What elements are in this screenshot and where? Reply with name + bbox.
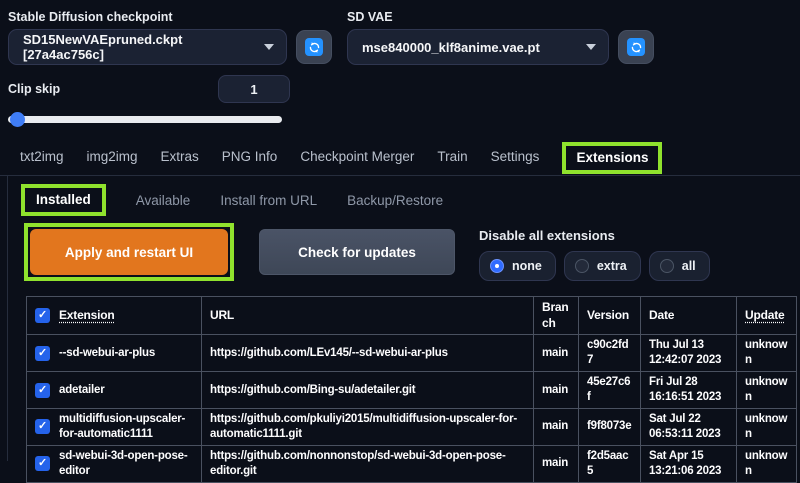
- tab-train[interactable]: Train: [437, 149, 467, 164]
- vae-value: mse840000_klf8anime.vae.pt: [362, 39, 540, 55]
- extension-update-status: unknown: [736, 407, 797, 446]
- apply-and-restart-button[interactable]: Apply and restart UI: [30, 229, 228, 275]
- apply-button-highlight-box: Apply and restart UI: [24, 223, 234, 281]
- check-for-updates-button[interactable]: Check for updates: [259, 229, 455, 275]
- checkpoint-value: SD15NewVAEpruned.ckpt [27a4ac756c]: [23, 32, 183, 62]
- actions-row: Apply and restart UI Check for updates D…: [24, 223, 800, 281]
- extension-name: --sd-webui-ar-plus: [59, 346, 156, 359]
- dropdown-caret-icon: [586, 44, 596, 50]
- extension-branch: main: [533, 407, 579, 446]
- extension-branch: main: [533, 444, 579, 483]
- radio-dot[interactable]: [574, 259, 589, 273]
- extension-update-status: unknown: [736, 444, 797, 483]
- table-row: ✓ adetailer https://github.com/Bing-su/a…: [26, 371, 797, 409]
- column-header-branch: Branch: [533, 295, 579, 336]
- installed-tab-highlight-box: Installed: [21, 184, 106, 216]
- extension-name: sd-webui-3d-open-pose-editor: [59, 449, 188, 477]
- radio-none-label: none: [512, 259, 542, 273]
- tab-txt2img[interactable]: txt2img: [20, 149, 64, 164]
- extension-url: https://github.com/pkuliyi2015/multidiff…: [201, 407, 534, 446]
- column-header-version: Version: [578, 295, 641, 336]
- extension-name: multidiffusion-upscaler-for-automatic111…: [59, 412, 186, 440]
- tab-img2img[interactable]: img2img: [87, 149, 138, 164]
- extension-date: Sat Apr 15 13:21:06 2023: [640, 444, 737, 483]
- extension-version: f2d5aac5: [578, 444, 641, 483]
- vae-dropdown[interactable]: mse840000_klf8anime.vae.pt: [347, 29, 609, 65]
- extension-date: Fri Jul 28 16:16:51 2023: [640, 371, 737, 409]
- tab-extensions[interactable]: Extensions: [576, 150, 648, 165]
- extension-version: c90c2fd7: [578, 334, 641, 373]
- refresh-checkpoint-button[interactable]: [296, 30, 332, 64]
- extensions-tab-highlight-box: Extensions: [562, 141, 663, 174]
- refresh-icon: [627, 38, 645, 56]
- top-controls: Stable Diffusion checkpoint SD15NewVAEpr…: [0, 0, 800, 65]
- extension-checkbox[interactable]: ✓: [35, 345, 50, 361]
- tab-settings[interactable]: Settings: [491, 149, 540, 164]
- extension-branch: main: [533, 371, 579, 409]
- radio-extra[interactable]: extra: [563, 251, 641, 281]
- slider-track[interactable]: [8, 116, 282, 123]
- disable-all-extensions-group: Disable all extensions none extra all: [479, 228, 710, 281]
- clip-skip-slider[interactable]: [8, 112, 290, 127]
- subtab-install-from-url[interactable]: Install from URL: [220, 193, 317, 208]
- subtab-backup-restore[interactable]: Backup/Restore: [347, 193, 443, 208]
- extension-url: https://github.com/nonnonstop/sd-webui-3…: [201, 444, 534, 483]
- extension-checkbox[interactable]: ✓: [35, 419, 50, 435]
- table-row: ✓ sd-webui-3d-open-pose-editor https://g…: [26, 444, 797, 483]
- column-header-url: URL: [201, 295, 534, 336]
- extension-update-status: unknown: [736, 371, 797, 409]
- radio-dot-selected[interactable]: [490, 259, 504, 273]
- column-header-extension: Extension: [59, 307, 115, 322]
- radio-dot[interactable]: [659, 259, 674, 273]
- main-tab-bar: txt2img img2img Extras PNG Info Checkpoi…: [0, 138, 800, 176]
- radio-extra-label: extra: [596, 259, 627, 273]
- clip-skip-value-input[interactable]: 1: [218, 75, 290, 103]
- extension-date: Thu Jul 13 12:42:07 2023: [640, 334, 737, 373]
- tab-checkpoint-merger[interactable]: Checkpoint Merger: [300, 149, 414, 164]
- table-header-row: ✓ Extension URL Branch Version Date Upda…: [26, 295, 797, 336]
- extension-name: adetailer: [59, 383, 105, 396]
- column-header-date: Date: [640, 295, 737, 336]
- tab-extras[interactable]: Extras: [161, 149, 199, 164]
- column-header-update: Update: [736, 295, 797, 336]
- table-row: ✓ multidiffusion-upscaler-for-automatic1…: [26, 407, 797, 446]
- extension-checkbox[interactable]: ✓: [35, 382, 50, 398]
- clip-skip-block: Clip skip 1: [8, 75, 290, 127]
- vae-block: SD VAE mse840000_klf8anime.vae.pt: [347, 10, 654, 65]
- subtab-installed[interactable]: Installed: [36, 192, 91, 207]
- extensions-table: ✓ Extension URL Branch Version Date Upda…: [26, 295, 797, 483]
- extension-version: f9f8073e: [578, 407, 641, 446]
- subtab-available[interactable]: Available: [136, 193, 191, 208]
- extension-url: https://github.com/LEv145/--sd-webui-ar-…: [201, 334, 534, 373]
- disable-all-extensions-label: Disable all extensions: [479, 228, 615, 243]
- radio-none[interactable]: none: [479, 251, 556, 281]
- extensions-subtab-bar: Installed Available Install from URL Bac…: [8, 176, 800, 216]
- radio-all-label: all: [681, 259, 696, 273]
- checkpoint-dropdown[interactable]: SD15NewVAEpruned.ckpt [27a4ac756c]: [8, 29, 287, 65]
- extensions-panel: Installed Available Install from URL Bac…: [7, 176, 800, 483]
- slider-thumb[interactable]: [10, 112, 25, 127]
- checkpoint-block: Stable Diffusion checkpoint SD15NewVAEpr…: [8, 10, 332, 65]
- select-all-checkbox[interactable]: ✓: [35, 308, 50, 324]
- extension-checkbox[interactable]: ✓: [35, 456, 50, 472]
- extension-branch: main: [533, 334, 579, 373]
- extension-url: https://github.com/Bing-su/adetailer.git: [201, 371, 534, 409]
- extension-update-status: unknown: [736, 334, 797, 373]
- refresh-icon: [305, 38, 323, 56]
- table-row: ✓ --sd-webui-ar-plus https://github.com/…: [26, 334, 797, 373]
- refresh-vae-button[interactable]: [618, 30, 654, 64]
- radio-all[interactable]: all: [648, 251, 710, 281]
- tab-png-info[interactable]: PNG Info: [222, 149, 278, 164]
- extension-date: Sat Jul 22 06:53:11 2023: [640, 407, 737, 446]
- extension-version: 45e27c6f: [578, 371, 641, 409]
- vae-label: SD VAE: [347, 10, 393, 24]
- checkpoint-label: Stable Diffusion checkpoint: [8, 10, 173, 24]
- dropdown-caret-icon: [264, 44, 274, 50]
- clip-skip-label: Clip skip: [8, 82, 61, 96]
